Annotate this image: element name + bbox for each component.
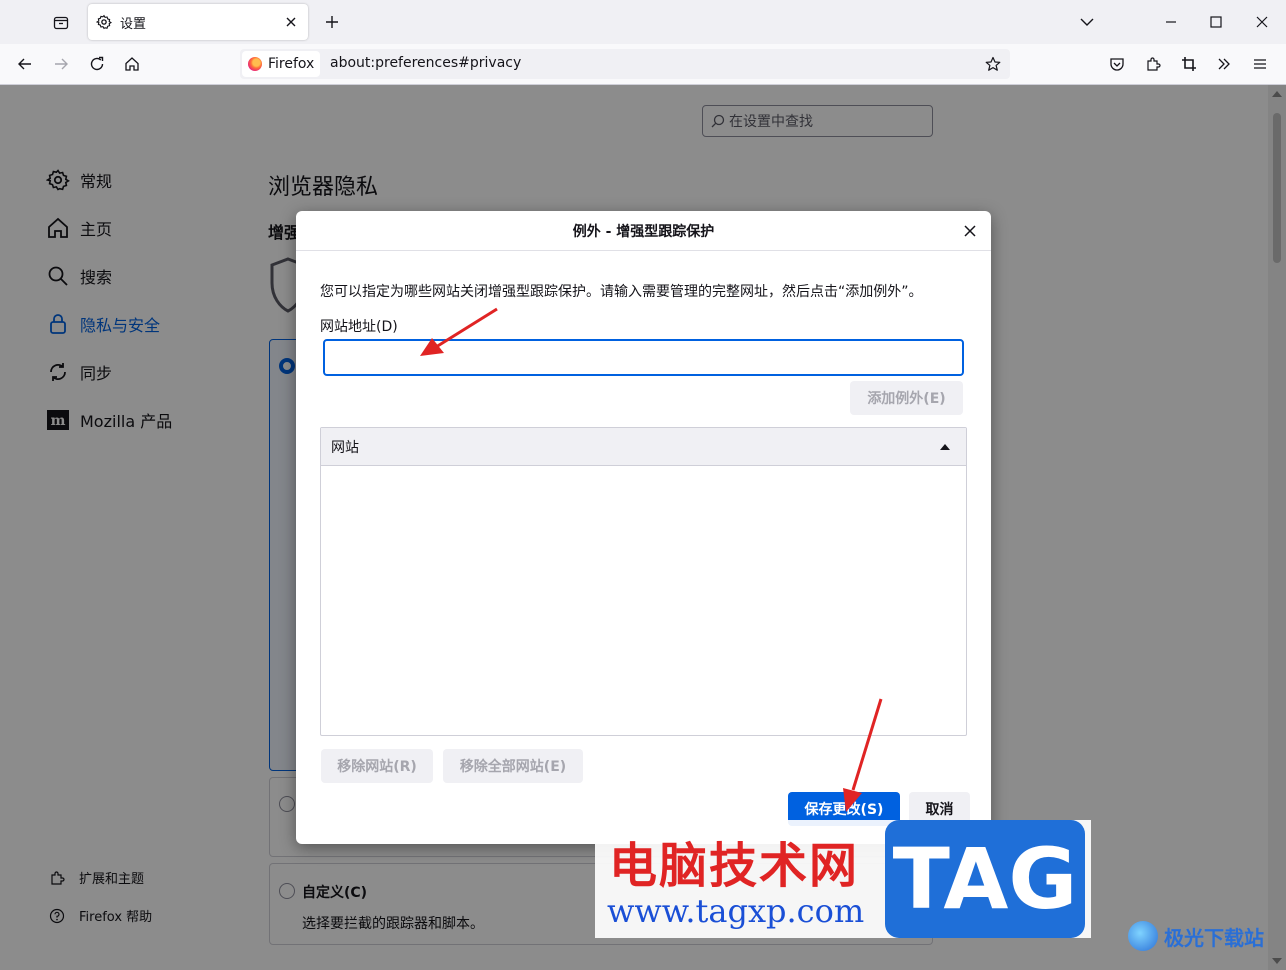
identity-label: Firefox [268, 56, 315, 72]
arrow-right-icon [55, 58, 68, 70]
dialog-close-button[interactable] [959, 220, 981, 242]
firefox-logo-icon [248, 57, 262, 71]
home-button[interactable] [117, 50, 147, 78]
tab-close-button[interactable] [282, 13, 300, 31]
gear-icon [96, 14, 112, 30]
app-menu-button[interactable] [1245, 50, 1275, 78]
new-tab-button[interactable] [318, 8, 346, 36]
add-exception-button[interactable]: 添加例外(E) [850, 381, 963, 415]
dialog-title: 例外 - 增强型跟踪保护 [296, 211, 991, 251]
list-all-tabs-button[interactable] [1072, 8, 1102, 36]
back-button[interactable] [10, 50, 40, 78]
double-chevron-right-icon [1218, 58, 1230, 70]
address-label: 网站地址(D) [320, 319, 398, 335]
arrow-left-icon [18, 58, 31, 70]
screenshot-button[interactable] [1174, 50, 1204, 78]
window-close-button[interactable] [1247, 8, 1277, 36]
tab-title: 设置 [120, 16, 147, 32]
website-column-header[interactable]: 网站 [321, 428, 966, 466]
hamburger-icon [1254, 59, 1266, 69]
extensions-button[interactable] [1138, 50, 1168, 78]
maximize-icon [1210, 16, 1222, 28]
tab-settings[interactable]: 设置 [88, 4, 308, 40]
watermark-xz7: 极光下载站 [1128, 916, 1278, 956]
url-text[interactable]: about:preferences#privacy [330, 55, 521, 71]
pocket-button[interactable] [1102, 50, 1132, 78]
sort-ascending-icon [940, 444, 950, 450]
website-address-input[interactable] [323, 339, 964, 376]
minimize-icon [1166, 21, 1176, 23]
puzzle-icon [1147, 57, 1161, 71]
watermark-cn-text: 电脑技术网 [609, 838, 860, 894]
star-icon [985, 56, 1001, 71]
identity-box[interactable]: Firefox [242, 51, 321, 77]
watermark-tag-logo: TAG [885, 820, 1085, 938]
nav-bar: Firefox about:preferences#privacy [0, 44, 1286, 85]
forward-button[interactable] [46, 50, 76, 78]
home-icon [125, 57, 139, 71]
crop-icon [1182, 57, 1196, 71]
reload-button[interactable] [82, 50, 112, 78]
watermark-url-text: www.tagxp.com [607, 892, 865, 930]
tab-bar: 设置 [0, 0, 1286, 44]
tab-list-icon [53, 16, 69, 30]
dialog-description: 您可以指定为哪些网站关闭增强型跟踪保护。请输入需要管理的完整网址，然后点击“添加… [320, 284, 923, 300]
column-header-label: 网站 [331, 439, 359, 456]
bookmark-star-button[interactable] [982, 53, 1004, 75]
overflow-button[interactable] [1209, 50, 1239, 78]
watermark-site-text: 极光下载站 [1164, 925, 1264, 950]
minimize-button[interactable] [1156, 8, 1186, 36]
exceptions-dialog: 例外 - 增强型跟踪保护 您可以指定为哪些网站关闭增强型跟踪保护。请输入需要管理… [296, 211, 991, 844]
watermark-tagxp: 电脑技术网 www.tagxp.com TAG [595, 820, 1091, 938]
close-icon [964, 225, 976, 237]
chevron-down-icon [1080, 18, 1094, 26]
close-icon [286, 17, 296, 27]
maximize-button[interactable] [1201, 8, 1231, 36]
pocket-icon [1110, 58, 1124, 71]
plus-icon [326, 16, 338, 28]
remove-all-websites-button[interactable]: 移除全部网站(E) [443, 749, 583, 783]
url-bar[interactable]: Firefox about:preferences#privacy [240, 49, 1010, 79]
tab-list-button[interactable] [46, 8, 76, 36]
reload-icon [90, 56, 104, 71]
remove-website-button[interactable]: 移除网站(R) [321, 749, 433, 783]
website-list[interactable]: 网站 [320, 427, 967, 736]
xz7-logo-icon [1128, 921, 1158, 951]
close-icon [1256, 16, 1268, 28]
